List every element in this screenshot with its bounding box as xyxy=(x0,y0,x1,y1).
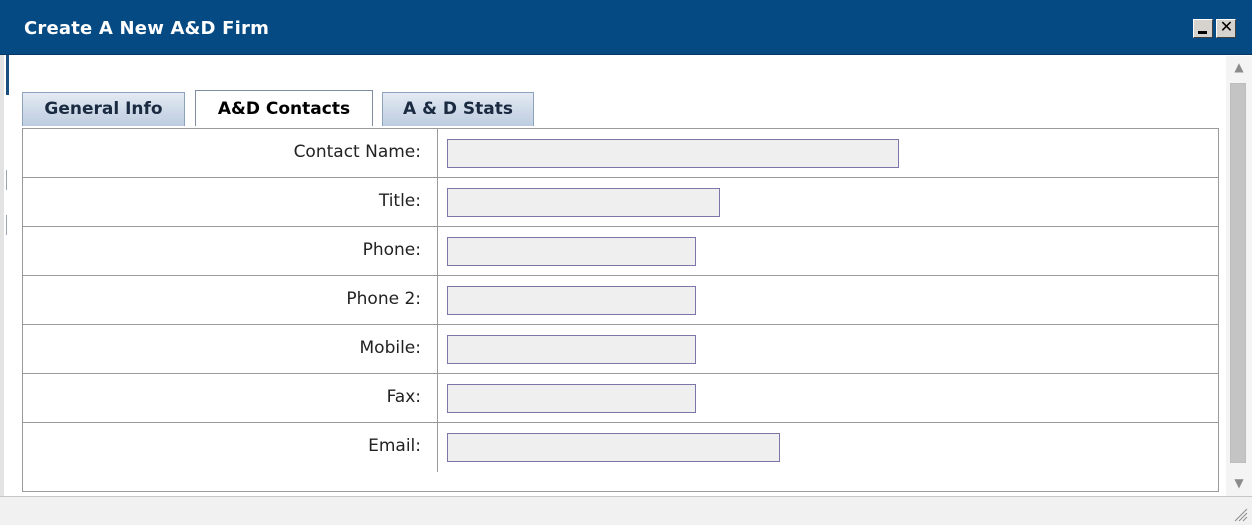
column-divider xyxy=(437,129,438,177)
dialog-content: General Info A&D Contacts A & D Stats Co… xyxy=(10,56,1226,496)
create-ad-firm-dialog: Create A New A&D Firm ✕ General Info A&D… xyxy=(0,0,1252,525)
window-title: Create A New A&D Firm xyxy=(24,18,270,39)
phone-2-label: Phone 2: xyxy=(346,289,421,309)
column-divider xyxy=(437,227,438,275)
left-tick xyxy=(6,170,7,190)
vertical-scrollbar[interactable]: ▲ ▼ xyxy=(1226,56,1252,496)
status-bar xyxy=(0,496,1252,525)
column-divider xyxy=(437,178,438,226)
phone-label: Phone: xyxy=(362,240,421,260)
mobile-field[interactable] xyxy=(447,335,696,364)
scroll-down-arrow-icon[interactable]: ▼ xyxy=(1230,472,1248,494)
email-field[interactable] xyxy=(447,433,780,462)
form-row-email: Email: xyxy=(23,423,1218,472)
column-divider xyxy=(437,374,438,422)
title-field[interactable] xyxy=(447,188,720,217)
column-divider xyxy=(437,423,438,472)
fax-field[interactable] xyxy=(447,384,696,413)
email-label: Email: xyxy=(368,436,421,456)
resize-grip-icon[interactable] xyxy=(1232,506,1248,522)
minimize-icon xyxy=(1198,31,1207,34)
close-icon: ✕ xyxy=(1219,17,1234,36)
form-row-title: Title: xyxy=(23,178,1218,227)
phone-field[interactable] xyxy=(447,237,696,266)
title-label: Title: xyxy=(378,191,421,211)
form-row-phone-2: Phone 2: xyxy=(23,276,1218,325)
tab-ad-contacts[interactable]: A&D Contacts xyxy=(195,90,373,126)
close-button[interactable]: ✕ xyxy=(1216,17,1236,38)
column-divider xyxy=(437,276,438,324)
minimize-button[interactable] xyxy=(1193,19,1213,38)
form-row-phone: Phone: xyxy=(23,227,1218,276)
mobile-label: Mobile: xyxy=(359,338,422,358)
contact-name-label: Contact Name: xyxy=(293,142,421,162)
form-row-mobile: Mobile: xyxy=(23,325,1218,374)
title-bar[interactable]: Create A New A&D Firm ✕ xyxy=(0,0,1252,55)
phone-2-field[interactable] xyxy=(447,286,696,315)
scrollbar-thumb[interactable] xyxy=(1230,83,1246,463)
left-tick xyxy=(6,215,7,235)
form-row-contact-name: Contact Name: xyxy=(23,129,1218,178)
fax-label: Fax: xyxy=(386,387,421,407)
form-row-fax: Fax: xyxy=(23,374,1218,423)
contact-name-field[interactable] xyxy=(447,139,899,168)
contact-form: Contact Name: Title: Phone: Phone 2: Mob xyxy=(22,128,1219,492)
scroll-up-arrow-icon[interactable]: ▲ xyxy=(1230,56,1248,78)
left-accent xyxy=(6,55,9,95)
tab-general-info[interactable]: General Info xyxy=(22,92,185,126)
tab-ad-stats[interactable]: A & D Stats xyxy=(382,92,534,126)
left-border xyxy=(0,55,4,505)
column-divider xyxy=(437,325,438,373)
